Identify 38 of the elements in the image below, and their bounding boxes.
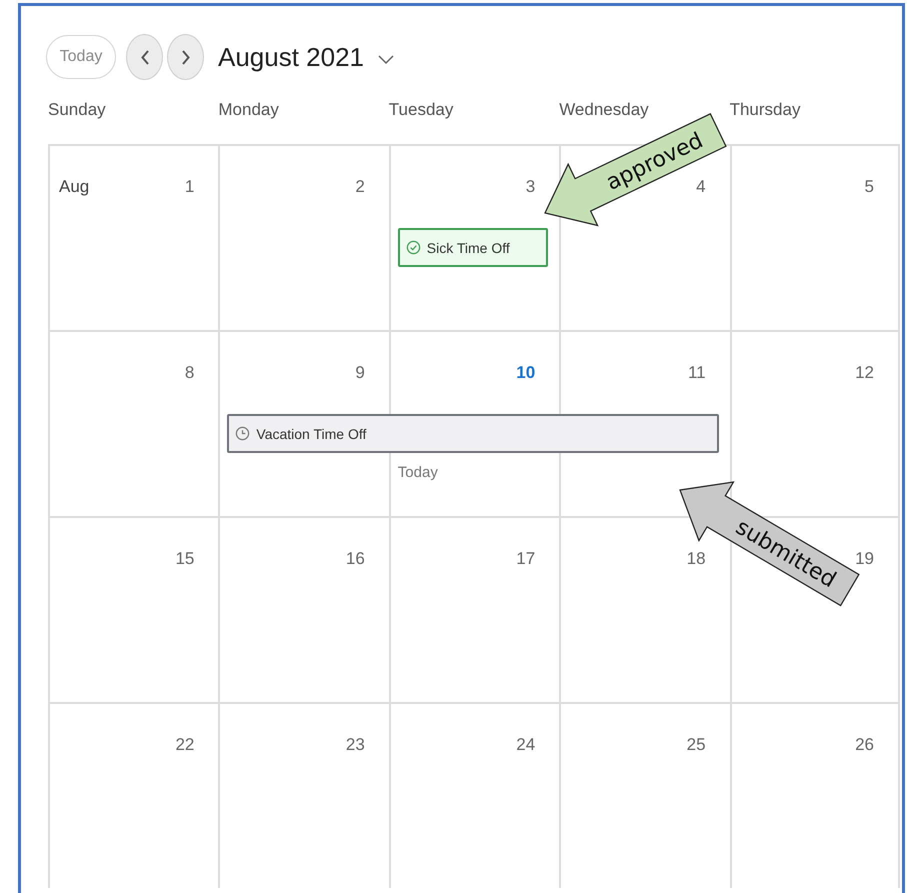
date-number: 8 (184, 363, 194, 383)
month-title: August 2021 (218, 42, 364, 72)
next-button[interactable] (167, 34, 204, 80)
date-number: 19 (855, 549, 874, 569)
date-number: 22 (175, 735, 194, 755)
today-label: Today (398, 464, 438, 481)
left-chevron-icon (140, 50, 148, 64)
date-number: 18 (686, 549, 706, 569)
clock-icon (235, 426, 250, 441)
previous-button[interactable] (126, 34, 163, 80)
date-number: 3 (526, 177, 536, 197)
date-number: 12 (855, 363, 874, 383)
date-number: 15 (175, 549, 194, 569)
check-circle-icon (406, 240, 421, 255)
dropdown-chevron-icon[interactable] (378, 55, 394, 65)
month-label: Aug (59, 177, 90, 197)
date-number: 23 (346, 735, 365, 755)
date-number: 24 (516, 735, 536, 755)
date-number: 11 (688, 363, 706, 383)
date-number: 5 (864, 177, 874, 197)
date-number: 17 (516, 549, 536, 569)
right-chevron-icon (182, 50, 190, 64)
weekday-header: Tuesday (388, 100, 454, 121)
date-number: 9 (355, 363, 365, 383)
event-label: Sick Time Off (426, 240, 510, 256)
date-number: 1 (184, 177, 194, 197)
time-off-event[interactable]: Sick Time Off (398, 228, 548, 267)
weekday-header: Monday (218, 100, 279, 121)
date-number: 26 (855, 735, 874, 755)
weekday-header: Sunday (48, 100, 106, 121)
event-label: Vacation Time Off (256, 426, 366, 442)
date-number: 25 (686, 735, 706, 755)
date-number: 16 (346, 549, 365, 569)
date-number: 10 (516, 363, 536, 383)
date-number: 2 (355, 177, 365, 197)
weekday-header: Wednesday (559, 100, 649, 121)
time-off-event[interactable]: Vacation Time Off (227, 414, 719, 453)
weekday-header: Thursday (730, 100, 800, 121)
